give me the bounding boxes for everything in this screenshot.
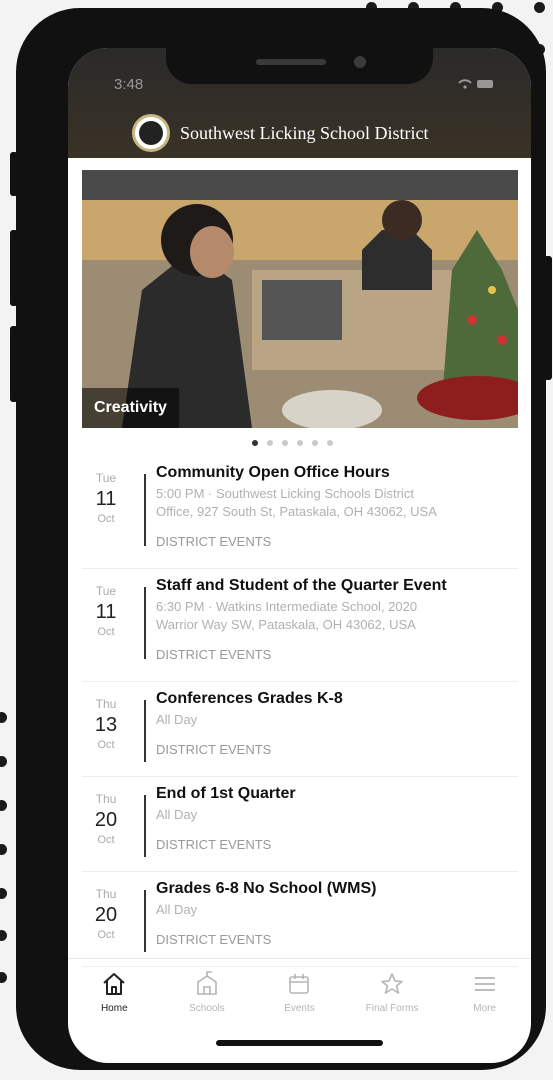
event-address: Warrior Way SW, Pataskala, OH 43062, USA: [156, 617, 416, 632]
menu-icon: [474, 977, 495, 991]
event-details: All Day: [156, 711, 506, 729]
event-category: DISTRICT EVENTS: [156, 534, 272, 549]
event-day: 20: [94, 809, 118, 831]
event-weekday: Thu: [95, 792, 117, 806]
events-list: Tue 11 Oct Community Open Office Hours 5…: [82, 456, 518, 967]
event-row[interactable]: Thu 20 Oct End of 1st Quarter All Day DI…: [82, 777, 518, 872]
tab-schools[interactable]: Schools: [161, 959, 254, 1021]
event-category: DISTRICT EVENTS: [156, 837, 272, 852]
district-title: Southwest Licking School District: [180, 122, 429, 143]
carousel-caption: Creativity: [82, 388, 179, 428]
event-divider: [144, 890, 146, 952]
carousel-pager[interactable]: [252, 440, 333, 446]
tab-label: Schools: [189, 1003, 225, 1014]
status-icons: [457, 78, 497, 93]
tab-label: Final Forms: [365, 1003, 419, 1014]
home-icon: [103, 973, 125, 995]
event-weekday: Tue: [95, 471, 117, 485]
event-month: Oct: [97, 929, 115, 941]
event-day: 20: [94, 904, 118, 926]
status-time: 3:48: [114, 76, 144, 93]
event-divider: [144, 700, 146, 762]
event-month: Oct: [97, 513, 115, 525]
event-category: DISTRICT EVENTS: [156, 647, 272, 662]
event-title: Staff and Student of the Quarter Event: [156, 577, 447, 594]
event-divider: [144, 795, 146, 857]
tab-label: Home: [100, 1003, 128, 1014]
tab-label: Events: [284, 1003, 315, 1014]
event-time: All Day: [156, 807, 198, 822]
event-address: Office, 927 South St, Pataskala, OH 4306…: [156, 504, 437, 519]
tab-home[interactable]: Home: [68, 959, 161, 1021]
bottom-tab-bar: Home Schools Events Final Forms More: [68, 958, 531, 1021]
app-screen: 3:48 Southwest Licking School District C…: [68, 48, 531, 1063]
home-indicator[interactable]: [216, 1040, 383, 1046]
event-details: 5:00 PM · Southwest Licking Schools Dist…: [156, 485, 506, 521]
event-title: End of 1st Quarter: [156, 785, 296, 802]
event-date: Thu 13 Oct: [82, 697, 130, 751]
district-seal-icon: [132, 114, 170, 152]
event-weekday: Tue: [95, 584, 117, 598]
phone-notch: [166, 48, 433, 84]
event-weekday: Thu: [95, 887, 117, 901]
front-camera: [354, 56, 366, 68]
pager-dot[interactable]: [312, 440, 318, 446]
calendar-icon: [289, 974, 310, 994]
event-row[interactable]: Tue 11 Oct Staff and Student of the Quar…: [82, 569, 518, 682]
schools-icon: [197, 971, 217, 995]
event-details: All Day: [156, 806, 506, 824]
event-time-location: 6:30 PM · Watkins Intermediate School, 2…: [156, 599, 418, 614]
event-month: Oct: [97, 626, 115, 638]
tab-events[interactable]: Events: [253, 959, 346, 1021]
tab-more[interactable]: More: [438, 959, 531, 1021]
speaker-grille: [256, 59, 326, 65]
event-category: DISTRICT EVENTS: [156, 932, 272, 947]
event-row[interactable]: Thu 20 Oct Grades 6-8 No School (WMS) Al…: [82, 872, 518, 967]
event-month: Oct: [97, 834, 115, 846]
event-divider: [144, 587, 146, 659]
event-title: Community Open Office Hours: [156, 464, 390, 481]
event-date: Thu 20 Oct: [82, 792, 130, 846]
event-time: All Day: [156, 712, 198, 727]
carousel-image[interactable]: Creativity: [82, 170, 518, 428]
tab-final-forms[interactable]: Final Forms: [346, 959, 439, 1021]
event-date: Tue 11 Oct: [82, 584, 130, 638]
pager-dot[interactable]: [267, 440, 273, 446]
event-day: 11: [95, 488, 117, 510]
event-weekday: Thu: [95, 697, 117, 711]
event-day: 13: [94, 714, 118, 736]
event-row[interactable]: Thu 13 Oct Conferences Grades K-8 All Da…: [82, 682, 518, 777]
star-icon: [381, 973, 403, 994]
event-title: Grades 6-8 No School (WMS): [156, 880, 377, 897]
event-date: Thu 20 Oct: [82, 887, 130, 941]
pager-dot[interactable]: [327, 440, 333, 446]
event-details: 6:30 PM · Watkins Intermediate School, 2…: [156, 598, 506, 634]
event-row[interactable]: Tue 11 Oct Community Open Office Hours 5…: [82, 456, 518, 569]
pager-dot[interactable]: [252, 440, 258, 446]
event-time-location: 5:00 PM · Southwest Licking Schools Dist…: [156, 486, 414, 501]
pager-dot[interactable]: [282, 440, 288, 446]
event-title: Conferences Grades K-8: [156, 690, 343, 707]
event-category: DISTRICT EVENTS: [156, 742, 272, 757]
event-day: 11: [95, 601, 117, 623]
event-time: All Day: [156, 902, 198, 917]
pager-dot[interactable]: [297, 440, 303, 446]
event-date: Tue 11 Oct: [82, 471, 130, 525]
event-divider: [144, 474, 146, 546]
event-details: All Day: [156, 901, 506, 919]
district-branding: Southwest Licking School District: [132, 114, 428, 152]
tab-label: More: [473, 1003, 497, 1014]
phone-frame: 3:48 Southwest Licking School District C…: [16, 8, 546, 1070]
event-month: Oct: [97, 739, 115, 751]
